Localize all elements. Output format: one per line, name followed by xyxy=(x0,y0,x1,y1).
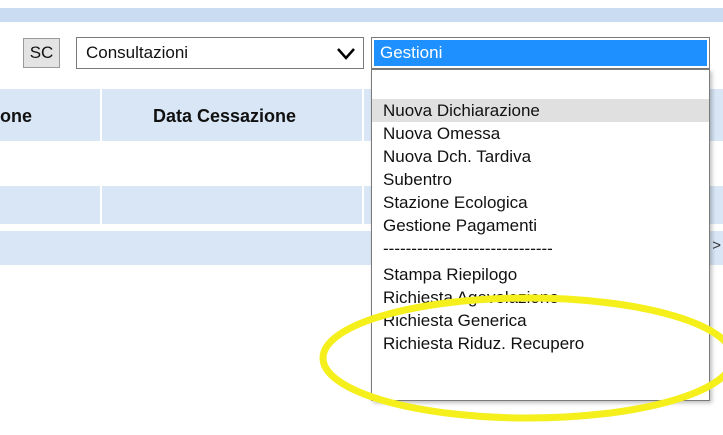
pager-next-icon[interactable]: > xyxy=(712,237,721,254)
column-header-data-cessazione[interactable]: Data Cessazione xyxy=(153,106,296,127)
option-stampa-riepilogo[interactable]: Stampa Riepilogo xyxy=(372,263,709,286)
option-subentro[interactable]: Subentro xyxy=(372,168,709,191)
column-separator xyxy=(100,89,102,141)
gestioni-select[interactable]: Gestioni xyxy=(371,37,710,69)
gestioni-dropdown-list[interactable]: Nuova Dichiarazione Nuova Omessa Nuova D… xyxy=(371,69,710,401)
column-separator xyxy=(362,186,364,224)
option-stazione-ecologica[interactable]: Stazione Ecologica xyxy=(372,191,709,214)
option-blank[interactable] xyxy=(372,76,709,99)
chevron-down-icon[interactable] xyxy=(335,42,357,64)
option-nuova-omessa[interactable]: Nuova Omessa xyxy=(372,122,709,145)
option-richiesta-riduz-recupero[interactable]: Richiesta Riduz. Recupero xyxy=(372,332,709,355)
column-separator xyxy=(362,89,364,141)
consultazioni-value: Consultazioni xyxy=(86,43,189,62)
column-separator xyxy=(100,186,102,224)
option-nuova-dichiarazione[interactable]: Nuova Dichiarazione xyxy=(372,99,709,122)
gestioni-value: Gestioni xyxy=(374,40,707,66)
column-header-partial[interactable]: one xyxy=(0,106,32,127)
top-bar xyxy=(0,0,723,28)
option-richiesta-agevolazione[interactable]: Richiesta Agevolazione xyxy=(372,286,709,309)
option-nuova-dch-tardiva[interactable]: Nuova Dch. Tardiva xyxy=(372,145,709,168)
option-separator[interactable]: ------------------------------ xyxy=(372,237,709,260)
sc-button[interactable]: SC xyxy=(23,38,60,68)
option-gestione-pagamenti[interactable]: Gestione Pagamenti xyxy=(372,214,709,237)
consultazioni-select[interactable]: Consultazioni xyxy=(76,37,364,69)
top-band xyxy=(0,8,723,22)
option-richiesta-generica[interactable]: Richiesta Generica xyxy=(372,309,709,332)
